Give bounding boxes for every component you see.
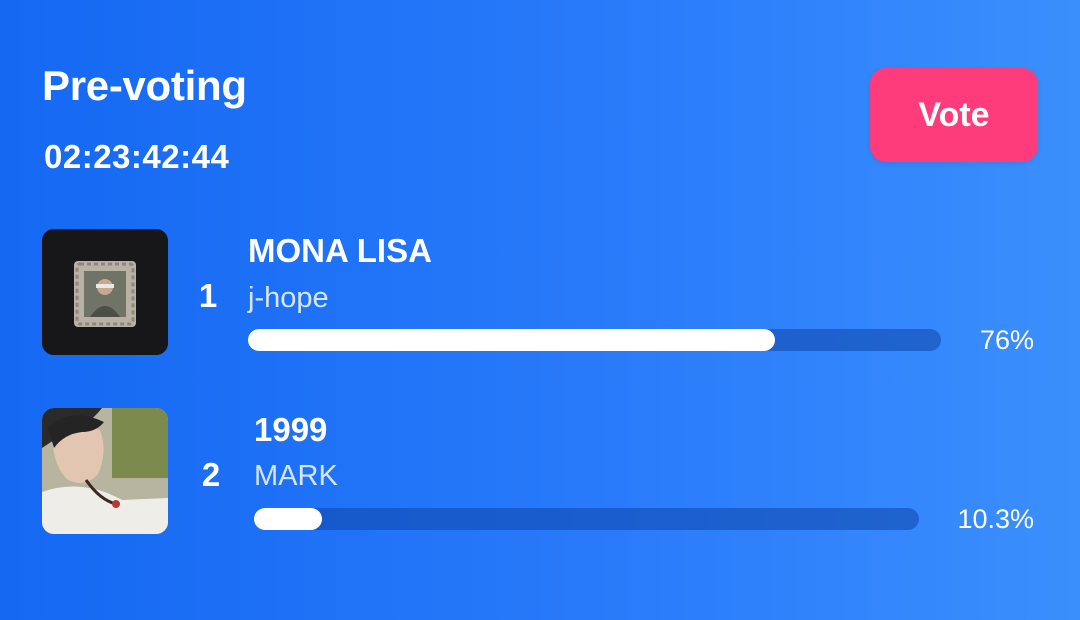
vote-progress-bar — [254, 508, 919, 530]
rank-number: 2 — [201, 456, 221, 493]
vote-percentage: 10.3% — [957, 504, 1034, 534]
countdown-timer: 02:23:42:44 — [44, 138, 230, 175]
vote-progress-bar — [248, 329, 941, 351]
vote-percentage: 76% — [979, 325, 1034, 355]
album-cover-image — [42, 408, 168, 534]
vote-button[interactable]: Vote — [870, 68, 1038, 162]
artist-name: j-hope — [248, 282, 329, 314]
artist-name: MARK — [254, 460, 338, 492]
framed-portrait-artwork — [42, 229, 168, 355]
vote-progress-fill — [254, 508, 323, 530]
portrait-photo-artwork — [42, 408, 168, 534]
song-title: 1999 — [254, 411, 328, 448]
song-title: MONA LISA — [248, 232, 432, 269]
vote-progress-fill — [248, 329, 775, 351]
rank-number: 1 — [198, 277, 218, 314]
page-title: Pre-voting — [42, 62, 247, 109]
album-cover-image — [42, 229, 168, 355]
